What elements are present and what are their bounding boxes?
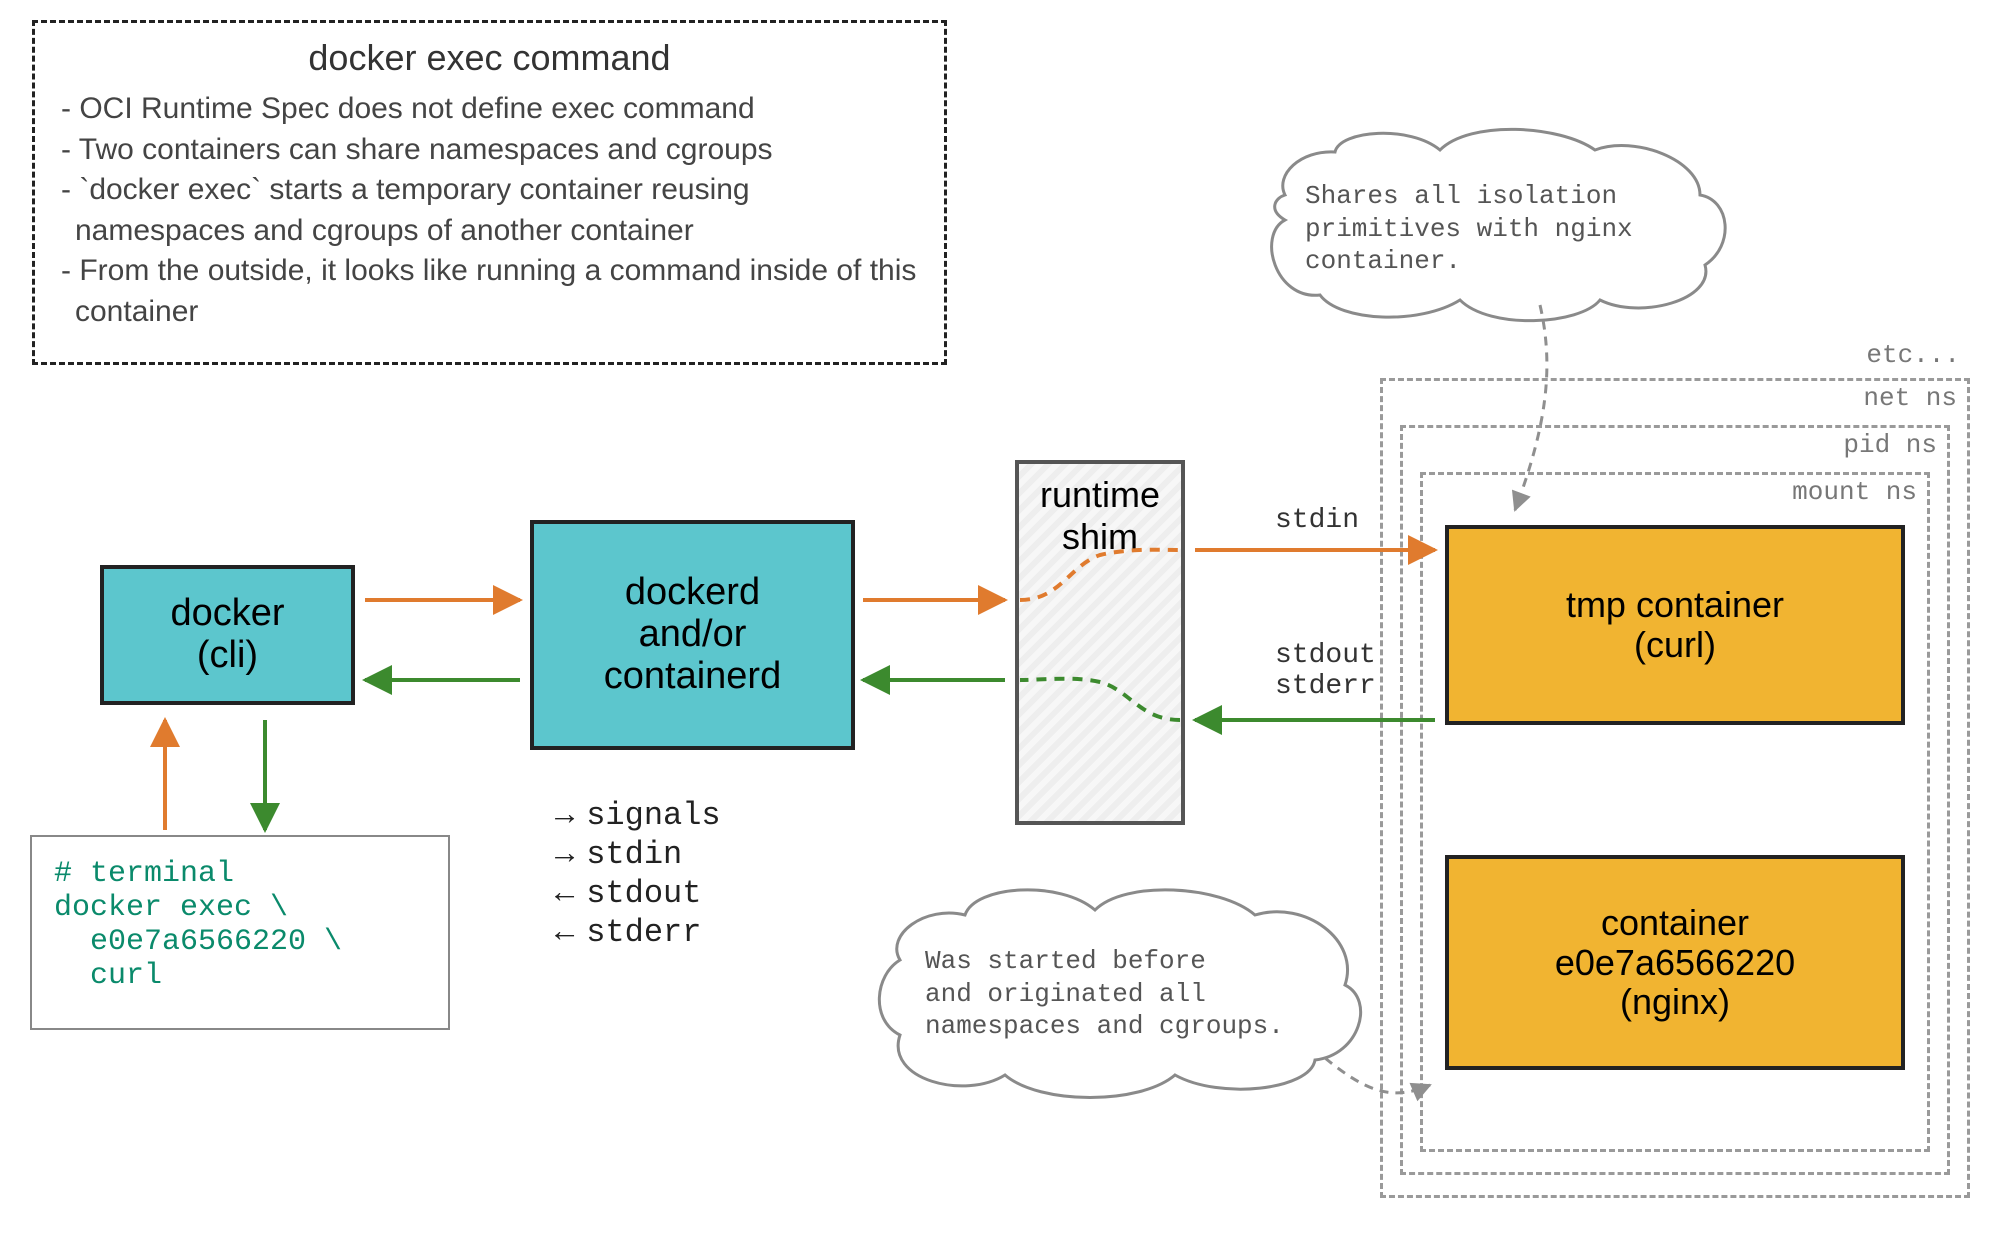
- info-bullet: - Two containers can share namespaces an…: [61, 130, 918, 171]
- runtime-shim-box: runtime shim: [1015, 460, 1185, 825]
- info-bullet: - `docker exec` starts a temporary conta…: [61, 170, 918, 251]
- stream-label: signals: [586, 797, 720, 834]
- stream-label: stderr: [586, 914, 701, 951]
- dockerd-box: dockerd and/or containerd: [530, 520, 855, 750]
- info-bullet: - From the outside, it looks like runnin…: [61, 251, 918, 332]
- stream-arrows-list: → signals → stdin ← stdout ← stderr: [555, 795, 721, 953]
- tmp-container-box: tmp container (curl): [1445, 525, 1905, 725]
- cloud-top-text: Shares all isolation primitives with ngi…: [1305, 180, 1633, 278]
- stdout-stderr-label: stdout stderr: [1275, 640, 1376, 702]
- arrow-glyph: ←: [555, 914, 574, 951]
- ns-net-label: net ns: [1383, 381, 1967, 413]
- stream-label: stdin: [586, 836, 682, 873]
- etc-label: etc...: [1820, 338, 1970, 370]
- cloud-bottom-text: Was started before and originated all na…: [925, 945, 1284, 1043]
- stdin-label: stdin: [1275, 505, 1359, 536]
- terminal-box: # terminal docker exec \ e0e7a6566220 \ …: [30, 835, 450, 1030]
- info-bullet: - OCI Runtime Spec does not define exec …: [61, 89, 918, 130]
- info-box-title: docker exec command: [61, 37, 918, 79]
- ns-mount-label: mount ns: [1423, 475, 1927, 507]
- stream-label: stdout: [586, 875, 701, 912]
- info-box: docker exec command - OCI Runtime Spec d…: [32, 20, 947, 365]
- docker-cli-box: docker (cli): [100, 565, 355, 705]
- info-box-list: - OCI Runtime Spec does not define exec …: [61, 89, 918, 332]
- arrow-glyph: →: [555, 797, 574, 834]
- ns-pid-label: pid ns: [1403, 428, 1947, 460]
- arrow-glyph: →: [555, 836, 574, 873]
- nginx-container-box: container e0e7a6566220 (nginx): [1445, 855, 1905, 1070]
- arrow-glyph: ←: [555, 875, 574, 912]
